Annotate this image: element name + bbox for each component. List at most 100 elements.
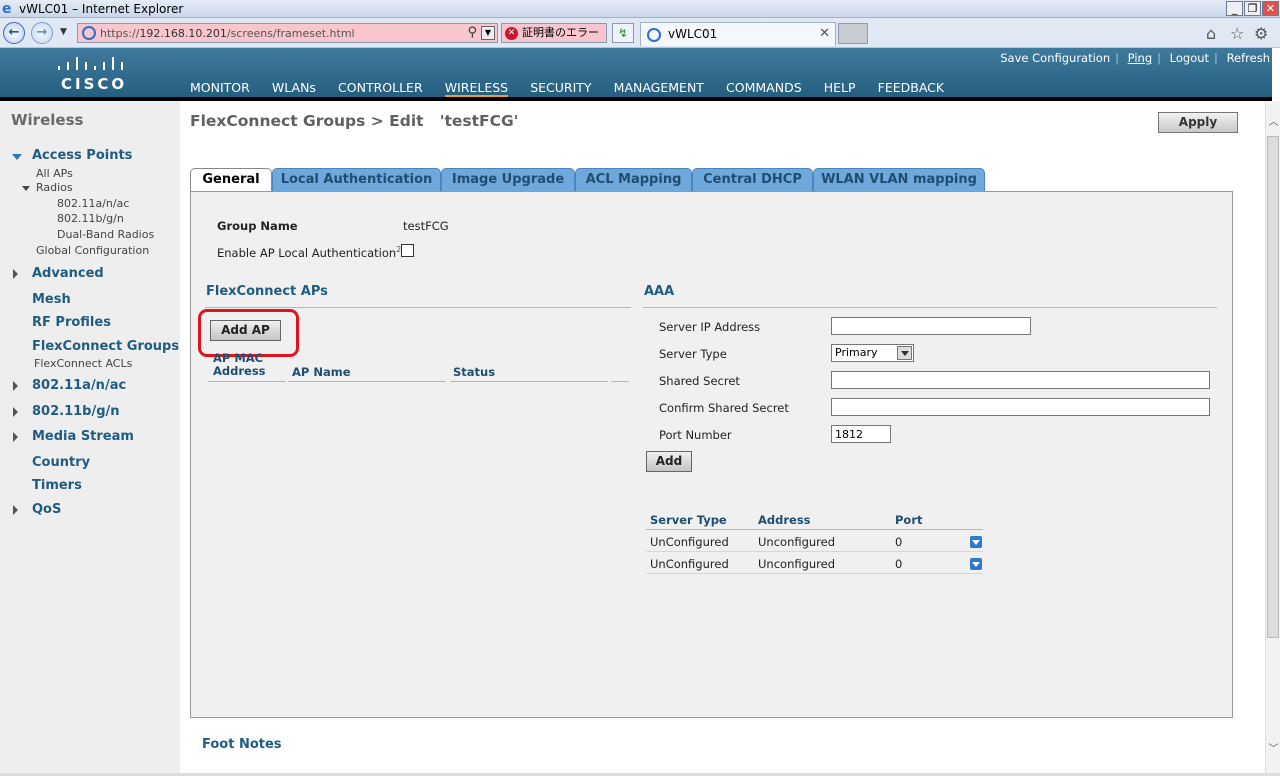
tab-image-upgrade[interactable]: Image Upgrade	[441, 168, 575, 192]
sidebar-item-mesh[interactable]: Mesh	[32, 292, 71, 307]
apply-button[interactable]: Apply	[1158, 112, 1238, 133]
url-dropdown-icon[interactable]: ▼	[481, 26, 495, 40]
vertical-scrollbar[interactable]: ︿ ﹀	[1265, 101, 1280, 773]
url-text: https://192.168.10.201/screens/frameset.…	[100, 27, 355, 40]
history-dropdown-icon[interactable]: ▼	[60, 27, 67, 37]
table-header-divider	[208, 381, 286, 382]
status-header: Status	[453, 365, 496, 379]
sidebar-item-rf-profiles[interactable]: RF Profiles	[32, 315, 111, 330]
sidebar-item-country[interactable]: Country	[32, 455, 90, 470]
scroll-up-icon[interactable]: ︿	[1267, 116, 1280, 129]
sidebar-item-qos[interactable]: QoS	[32, 502, 61, 517]
sidebar-item-timers[interactable]: Timers	[32, 478, 82, 493]
enable-local-auth-checkbox[interactable]	[401, 244, 414, 257]
shield-error-icon: ✕	[505, 27, 518, 40]
nav-help[interactable]: HELP	[824, 80, 856, 98]
certificate-error-label: 証明書のエラー	[522, 26, 599, 39]
scrollbar-thumb[interactable]	[1267, 136, 1279, 638]
nav-security[interactable]: SECURITY	[530, 80, 591, 98]
sidebar-item-radios[interactable]: Radios	[36, 181, 73, 194]
sidebar: Wireless Access Points All APs Radios 80…	[0, 101, 180, 773]
nav-controller[interactable]: CONTROLLER	[338, 80, 423, 98]
foot-notes-title: Foot Notes	[202, 737, 282, 752]
nav-feedback[interactable]: FEEDBACK	[878, 80, 944, 98]
sidebar-item-flexconnect-groups[interactable]: FlexConnect Groups	[32, 339, 179, 354]
back-button[interactable]: ←	[3, 22, 25, 44]
nav-wireless[interactable]: WIRELESS	[444, 80, 509, 98]
enable-local-auth-label: Enable AP Local Authentication2	[217, 245, 402, 260]
row-divider	[646, 573, 983, 574]
close-window-button[interactable]: ✕	[1262, 1, 1279, 16]
row-actions-dropdown-icon[interactable]	[970, 558, 982, 570]
tab-wlan-vlan-mapping[interactable]: WLAN VLAN mapping	[813, 168, 985, 192]
collapsed-arrow-icon[interactable]	[13, 407, 18, 417]
favorites-star-icon[interactable]: ☆	[1230, 24, 1244, 43]
shared-secret-input[interactable]	[831, 371, 1210, 389]
nav-monitor[interactable]: MONITOR	[190, 80, 250, 98]
new-tab-button[interactable]	[838, 23, 868, 44]
window-title-bar: e vWLC01 – Internet Explorer _ ❐ ✕	[0, 0, 1280, 18]
server-type-label: Server Type	[659, 347, 727, 361]
collapsed-arrow-icon[interactable]	[13, 269, 18, 279]
sidebar-item-dual-band[interactable]: Dual-Band Radios	[57, 228, 154, 241]
confirm-secret-input[interactable]	[831, 398, 1210, 416]
gear-icon[interactable]: ⚙	[1254, 24, 1268, 43]
sidebar-item-all-aps[interactable]: All APs	[36, 167, 73, 180]
aaa-title: AAA	[644, 284, 675, 299]
row-actions-dropdown-icon[interactable]	[970, 536, 982, 548]
restore-button[interactable]: ❐	[1244, 1, 1261, 16]
collapsed-arrow-icon[interactable]	[13, 432, 18, 442]
collapsed-arrow-icon[interactable]	[13, 505, 18, 515]
tab-close-icon[interactable]: ✕	[819, 26, 830, 41]
server-ip-input[interactable]	[831, 317, 1031, 335]
port-number-input[interactable]	[831, 425, 891, 443]
sidebar-item-radio-b[interactable]: 802.11b/g/n	[57, 212, 124, 225]
sidebar-item-80211a[interactable]: 802.11a/n/ac	[32, 378, 126, 393]
port-column-header: Port	[895, 513, 923, 527]
tab-general[interactable]: General	[190, 168, 272, 193]
nav-management[interactable]: MANAGEMENT	[614, 80, 704, 98]
add-ap-button[interactable]: Add AP	[210, 320, 281, 341]
nav-wlans[interactable]: WLANs	[272, 80, 316, 98]
ap-name-header: AP Name	[292, 365, 351, 379]
radios-expanded-arrow-icon[interactable]	[22, 186, 30, 191]
sidebar-item-radio-a[interactable]: 802.11a/n/ac	[57, 197, 129, 210]
url-field[interactable]: https://192.168.10.201/screens/frameset.…	[77, 23, 498, 43]
save-configuration-link[interactable]: Save Configuration	[1000, 51, 1110, 65]
search-icon[interactable]: ⚲	[467, 25, 477, 40]
port-number-label: Port Number	[659, 428, 732, 442]
collapsed-arrow-icon[interactable]	[13, 381, 18, 391]
table-header-divider	[450, 381, 608, 382]
add-server-button[interactable]: Add	[646, 451, 692, 472]
server-row-type: UnConfigured	[650, 557, 729, 571]
page-icon	[82, 26, 96, 40]
server-type-select[interactable]: Primary	[831, 344, 914, 362]
scroll-down-icon[interactable]: ﹀	[1267, 743, 1280, 756]
refresh-icon[interactable]: ↯	[612, 23, 634, 43]
row-divider	[646, 551, 983, 552]
forward-button[interactable]: →	[31, 22, 53, 44]
flexconnect-aps-title: FlexConnect APs	[206, 284, 328, 299]
tab-title: vWLC01	[668, 27, 718, 41]
logout-link[interactable]: Logout	[1170, 51, 1209, 65]
refresh-link[interactable]: Refresh	[1227, 51, 1270, 65]
sidebar-item-media-stream[interactable]: Media Stream	[32, 429, 134, 444]
sidebar-item-advanced[interactable]: Advanced	[32, 266, 104, 281]
server-row-port: 0	[895, 535, 903, 549]
sidebar-item-global-config[interactable]: Global Configuration	[36, 244, 149, 257]
certificate-error-button[interactable]: ✕ 証明書のエラー	[501, 23, 607, 43]
browser-tab[interactable]: vWLC01 ✕	[640, 22, 836, 46]
tab-acl-mapping[interactable]: ACL Mapping	[575, 168, 692, 192]
ping-link[interactable]: Ping	[1128, 51, 1152, 65]
tab-central-dhcp[interactable]: Central DHCP	[692, 168, 813, 192]
server-ip-label: Server IP Address	[659, 320, 761, 334]
tab-local-authentication[interactable]: Local Authentication	[272, 168, 441, 192]
home-icon[interactable]: ⌂	[1206, 24, 1216, 43]
expanded-arrow-icon[interactable]	[12, 154, 22, 160]
sidebar-item-80211b[interactable]: 802.11b/g/n	[32, 404, 120, 419]
sidebar-item-access-points[interactable]: Access Points	[32, 148, 132, 163]
sidebar-item-flexconnect-acls[interactable]: FlexConnect ACLs	[34, 357, 132, 370]
minimize-button[interactable]: _	[1226, 1, 1243, 16]
nav-commands[interactable]: COMMANDS	[726, 80, 802, 98]
top-links: Save Configuration | Ping | Logout | Refres…	[1000, 51, 1270, 65]
